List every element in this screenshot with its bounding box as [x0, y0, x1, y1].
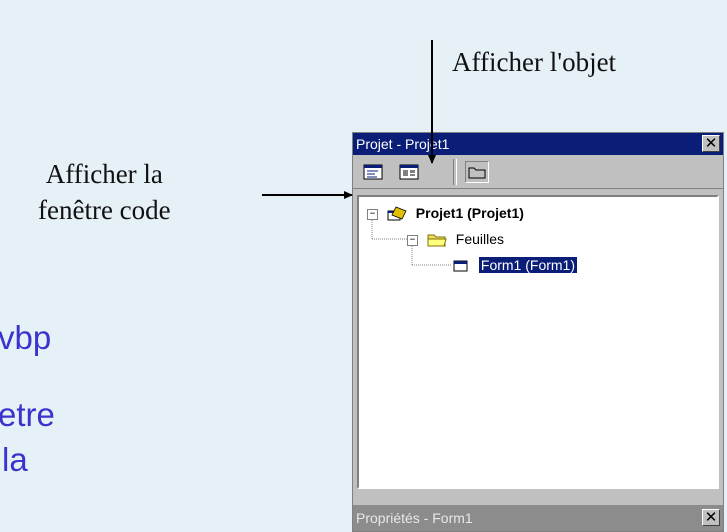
tree-item-form1-label: Form1 (Form1)	[477, 256, 579, 274]
view-object-annotation: Afficher l'objet	[452, 47, 617, 77]
form-icon	[453, 260, 468, 272]
folder-icon	[468, 167, 486, 179]
close-button[interactable]: ✕	[702, 509, 720, 526]
view-code-annotation: Afficher la fenêtre code	[38, 156, 171, 228]
view-code-annotation-line1: Afficher la	[45, 159, 163, 189]
view-object-icon	[399, 164, 419, 180]
view-code-icon	[363, 164, 383, 180]
properties-window-titlebar[interactable]: Propriétés - Form1 ✕	[353, 505, 723, 531]
project-toolbar	[353, 155, 723, 189]
tree-item-forms-folder[interactable]: − Feuilles	[407, 229, 504, 249]
view-object-button[interactable]	[397, 161, 421, 183]
properties-window-title: Propriétés - Form1	[356, 510, 473, 526]
slide-text-line1: vbp	[0, 319, 52, 356]
slide-text-line2: etre	[0, 396, 55, 433]
collapse-icon[interactable]: −	[367, 208, 378, 220]
toolbar-separator	[453, 159, 457, 185]
project-window-titlebar[interactable]: Projet - Projet1 ✕	[353, 133, 723, 155]
close-button[interactable]: ✕	[702, 135, 720, 152]
view-code-annotation-line2: fenêtre code	[38, 195, 171, 225]
tree-item-project-label: Projet1 (Projet1)	[415, 205, 524, 221]
collapse-icon[interactable]: −	[407, 234, 418, 246]
view-code-button[interactable]	[361, 161, 385, 183]
tree-item-project[interactable]: − Projet1 (Projet1)	[367, 203, 524, 223]
toggle-folders-button[interactable]	[465, 161, 489, 183]
project-icon	[387, 206, 407, 221]
tree-item-forms-folder-label: Feuilles	[455, 231, 505, 247]
project-explorer-window: Projet - Projet1 ✕ − Projet1 (Projet1) −…	[352, 132, 724, 532]
project-window-title: Projet - Projet1	[356, 136, 450, 152]
tree-item-form1[interactable]: Form1 (Form1)	[451, 255, 579, 275]
project-tree: − Projet1 (Projet1) − Feuilles Form1 (Fo…	[357, 195, 719, 489]
folder-icon	[427, 234, 447, 247]
slide-text-line3: la	[2, 441, 28, 478]
